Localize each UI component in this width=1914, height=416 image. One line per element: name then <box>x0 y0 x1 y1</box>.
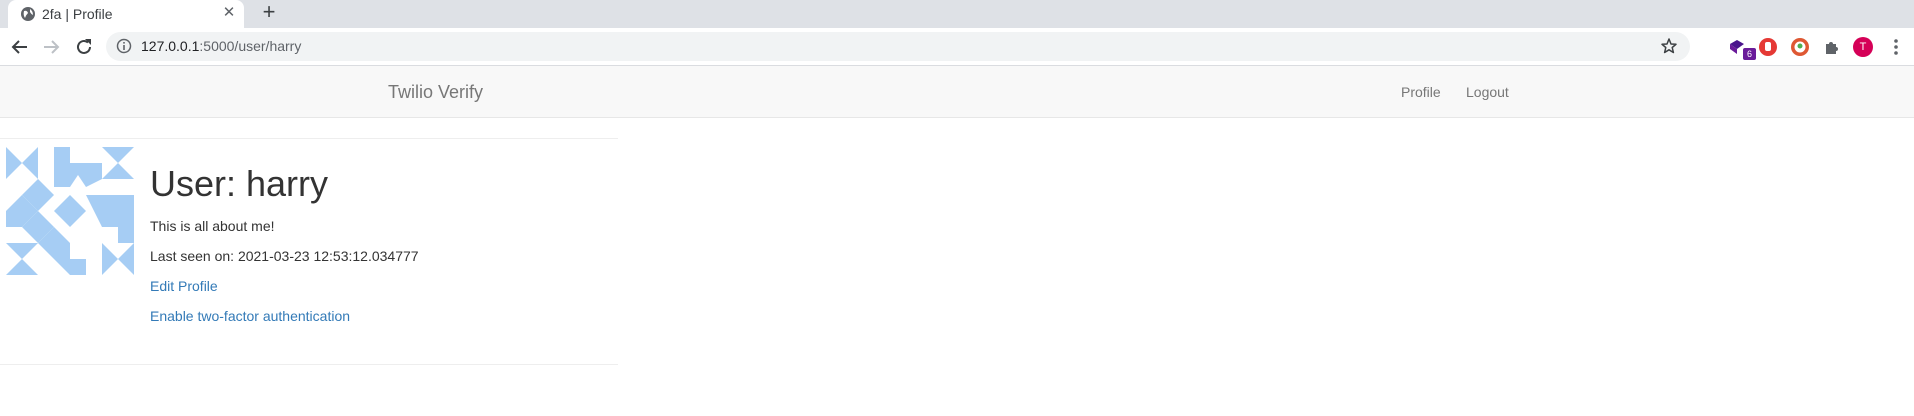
profile-title: User: harry <box>150 163 329 204</box>
extension-duckduckgo-icon[interactable] <box>1790 37 1810 57</box>
info-icon[interactable] <box>116 38 132 54</box>
bottom-divider <box>0 364 618 365</box>
tab-title: 2fa | Profile <box>42 6 113 22</box>
globe-icon <box>20 6 36 22</box>
top-divider <box>0 138 618 139</box>
profile-about: This is all about me! <box>150 218 275 234</box>
extension-stop-hand-icon[interactable] <box>1758 37 1778 57</box>
edit-profile-link[interactable]: Edit Profile <box>150 278 218 294</box>
back-icon[interactable] <box>9 36 31 58</box>
new-tab-button[interactable]: + <box>258 1 280 25</box>
reload-icon[interactable] <box>73 36 95 58</box>
extension-badge: 6 <box>1743 48 1756 60</box>
close-tab-icon[interactable]: ✕ <box>220 3 238 23</box>
browser-toolbar: 127.0.0.1:5000/user/harry 6 T <box>0 28 1914 66</box>
url-text: 127.0.0.1:5000/user/harry <box>141 38 301 54</box>
bookmark-star-icon[interactable] <box>1660 37 1678 55</box>
enable-2fa-link[interactable]: Enable two-factor authentication <box>150 308 350 324</box>
nav-link-logout[interactable]: Logout <box>1466 84 1509 100</box>
forward-icon[interactable] <box>40 36 62 58</box>
address-bar[interactable]: 127.0.0.1:5000/user/harry <box>106 32 1690 61</box>
site-navbar: Twilio Verify Profile Logout <box>0 66 1914 118</box>
more-menu-icon[interactable] <box>1888 36 1904 58</box>
nav-link-profile[interactable]: Profile <box>1401 84 1441 100</box>
profile-last-seen: Last seen on: 2021-03-23 12:53:12.034777 <box>150 248 419 264</box>
browser-tabstrip: 2fa | Profile ✕ + <box>0 0 1914 28</box>
profile-avatar[interactable]: T <box>1853 37 1873 57</box>
url-path: :5000/user/harry <box>199 38 302 54</box>
user-avatar-identicon <box>6 147 134 275</box>
url-host: 127.0.0.1 <box>141 38 200 54</box>
extensions-puzzle-icon[interactable] <box>1822 37 1842 57</box>
navbar-brand[interactable]: Twilio Verify <box>388 82 483 103</box>
browser-tab[interactable]: 2fa | Profile ✕ <box>8 0 244 28</box>
